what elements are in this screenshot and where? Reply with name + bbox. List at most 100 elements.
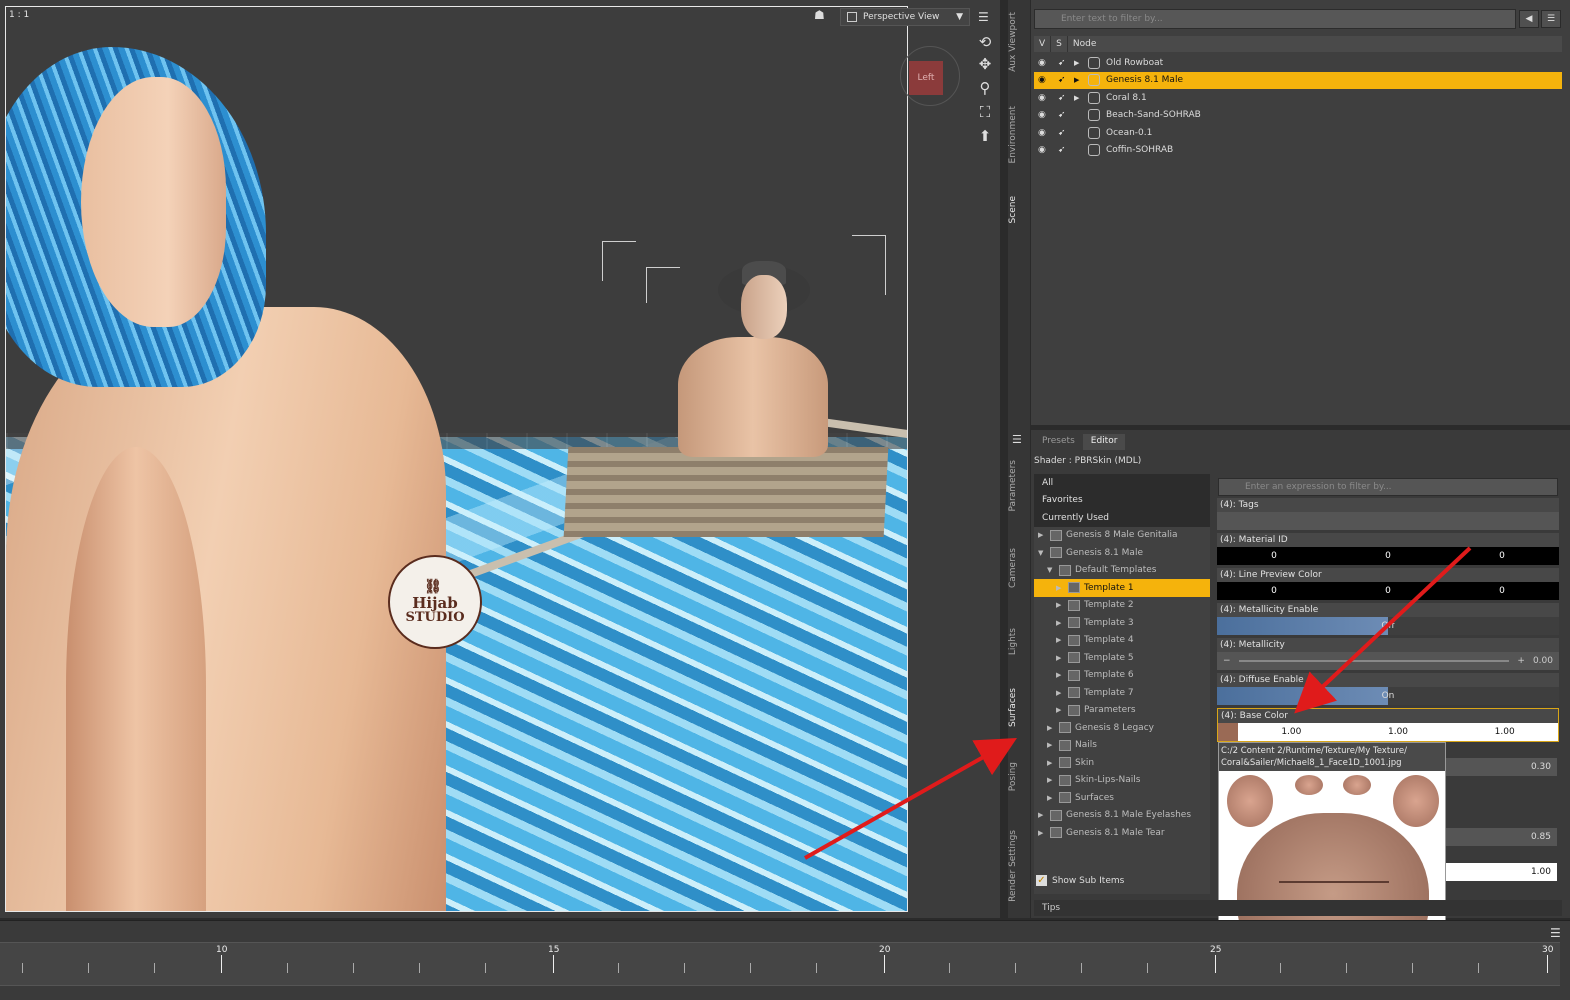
material-id-field[interactable]: 0 0 0 xyxy=(1217,547,1559,565)
scene-menu-button[interactable]: ☰ xyxy=(1541,10,1561,28)
tab-lights[interactable]: Lights xyxy=(1008,628,1030,655)
tab-environment[interactable]: Environment xyxy=(1008,106,1030,163)
visibility-eye-icon[interactable]: ◉ xyxy=(1038,93,1052,103)
selectable-pointer-icon[interactable]: ➹ xyxy=(1058,145,1068,155)
visibility-eye-icon[interactable]: ◉ xyxy=(1038,58,1052,68)
visibility-eye-icon[interactable]: ◉ xyxy=(1038,145,1052,155)
tab-parameters[interactable]: Parameters xyxy=(1008,460,1030,512)
slider-value[interactable]: 0.00 xyxy=(1533,656,1553,666)
frame-icon[interactable]: ⛶ xyxy=(975,102,995,122)
value-b[interactable]: 0 xyxy=(1445,582,1559,600)
property-value[interactable]: 0.30 xyxy=(1445,758,1557,776)
line-preview-color-field[interactable]: 0 0 0 xyxy=(1217,582,1559,600)
tab-editor[interactable]: Editor xyxy=(1082,434,1126,450)
tree-expand-arrow-icon[interactable]: ▶ xyxy=(1047,741,1055,749)
tree-expand-arrow-icon[interactable]: ▶ xyxy=(1056,689,1064,697)
property-value[interactable]: 1.00 xyxy=(1445,863,1557,881)
expand-arrow-icon[interactable]: ▶ xyxy=(1074,94,1082,102)
show-sub-items-option[interactable]: ✓ Show Sub Items xyxy=(1036,875,1124,886)
column-selectable[interactable]: S xyxy=(1051,36,1068,52)
selectable-pointer-icon[interactable]: ➹ xyxy=(1058,93,1068,103)
tree-item[interactable]: ▶ Template 6 xyxy=(1034,667,1210,685)
tree-item[interactable]: ▶ Skin-Lips-Nails xyxy=(1034,772,1210,790)
tree-item[interactable]: ▶ Genesis 8 Male Genitalia xyxy=(1034,527,1210,545)
tree-item[interactable]: ▶ Skin xyxy=(1034,754,1210,772)
filter-back-button[interactable]: ◀ xyxy=(1519,10,1539,28)
tree-item[interactable]: ▶ Template 4 xyxy=(1034,632,1210,650)
texture-swatch-icon[interactable] xyxy=(1218,723,1238,741)
visibility-eye-icon[interactable]: ◉ xyxy=(1038,128,1052,138)
column-node[interactable]: Node xyxy=(1068,36,1102,52)
tree-expand-arrow-icon[interactable]: ▶ xyxy=(1056,619,1064,627)
slider-track[interactable] xyxy=(1238,660,1510,662)
pan-icon[interactable]: ✥ xyxy=(975,54,995,74)
value-g[interactable]: 1.00 xyxy=(1345,723,1452,741)
value-b[interactable]: 1.00 xyxy=(1451,723,1558,741)
tree-item-all[interactable]: All xyxy=(1034,474,1210,492)
base-color-field[interactable]: 1.00 1.00 1.00 xyxy=(1218,723,1558,741)
tree-expand-arrow-icon[interactable]: ▶ xyxy=(1047,794,1055,802)
tree-expand-arrow-icon[interactable]: ▼ xyxy=(1038,549,1046,557)
tips-tab[interactable]: Tips xyxy=(1034,900,1562,916)
timeline-menu-icon[interactable]: ☰ xyxy=(1550,926,1561,940)
tree-item[interactable]: ▶ Template 5 xyxy=(1034,649,1210,667)
metallicity-enable-toggle[interactable]: Off xyxy=(1217,617,1559,635)
scene-render[interactable]: ⛓ Hijab STUDIO xyxy=(5,6,908,912)
tree-item[interactable]: ▶ Genesis 8 Legacy xyxy=(1034,719,1210,737)
tree-item[interactable]: ▶ Template 3 xyxy=(1034,614,1210,632)
value-r[interactable]: 0 xyxy=(1217,547,1331,565)
tree-expand-arrow-icon[interactable]: ▶ xyxy=(1056,584,1064,592)
tree-item-favorites[interactable]: Favorites xyxy=(1034,491,1210,509)
value-b[interactable]: 0 xyxy=(1445,547,1559,565)
tree-item[interactable]: ▶ Genesis 8.1 Male Eyelashes xyxy=(1034,807,1210,825)
selectable-pointer-icon[interactable]: ➹ xyxy=(1058,75,1068,85)
visibility-eye-icon[interactable]: ◉ xyxy=(1038,75,1052,85)
selectable-pointer-icon[interactable]: ➹ xyxy=(1058,58,1068,68)
timeline-ruler[interactable]: 10 15 20 25 30 xyxy=(0,942,1560,986)
tree-item[interactable]: ▼ Default Templates xyxy=(1034,562,1210,580)
scene-filter-input[interactable]: Enter text to filter by... xyxy=(1034,9,1516,29)
tree-item[interactable]: ▶ Template 7 xyxy=(1034,684,1210,702)
tree-expand-arrow-icon[interactable]: ▶ xyxy=(1056,706,1064,714)
tree-item[interactable]: ▶ Nails xyxy=(1034,737,1210,755)
show-sub-items-checkbox[interactable]: ✓ xyxy=(1036,875,1047,886)
zoom-icon[interactable]: ⚲ xyxy=(975,78,995,98)
camera-select-dropdown[interactable]: Perspective View ▼ xyxy=(840,8,970,26)
lighting-mode-icon[interactable]: ☗ xyxy=(814,8,825,22)
tree-expand-arrow-icon[interactable]: ▶ xyxy=(1056,601,1064,609)
selectable-pointer-icon[interactable]: ➹ xyxy=(1058,110,1068,120)
metallicity-slider[interactable]: − + 0.00 xyxy=(1217,652,1559,670)
viewport[interactable]: ⛓ Hijab STUDIO 1 : 1 ☗ Perspective View … xyxy=(0,0,1000,918)
property-filter-input[interactable]: Enter an expression to filter by... xyxy=(1218,478,1558,496)
minus-icon[interactable]: − xyxy=(1223,656,1231,666)
tab-aux-viewport[interactable]: Aux Viewport xyxy=(1008,12,1030,72)
tags-field[interactable] xyxy=(1217,512,1559,530)
value-g[interactable]: 0 xyxy=(1331,582,1445,600)
view-cube[interactable]: Left xyxy=(900,46,960,106)
expand-arrow-icon[interactable]: ▶ xyxy=(1074,59,1082,67)
tab-posing[interactable]: Posing xyxy=(1008,762,1030,791)
tab-surfaces[interactable]: Surfaces xyxy=(1008,688,1030,727)
tree-expand-arrow-icon[interactable]: ▶ xyxy=(1047,759,1055,767)
plus-icon[interactable]: + xyxy=(1517,656,1525,666)
tree-expand-arrow-icon[interactable]: ▶ xyxy=(1047,724,1055,732)
value-r[interactable]: 0 xyxy=(1217,582,1331,600)
tree-item[interactable]: ▶ Surfaces xyxy=(1034,789,1210,807)
property-value[interactable]: 0.85 xyxy=(1445,828,1557,846)
tree-item[interactable]: ▼ Genesis 8.1 Male xyxy=(1034,544,1210,562)
tree-expand-arrow-icon[interactable]: ▶ xyxy=(1038,811,1046,819)
scene-node-row[interactable]: ◉ ➹ Coffin-SOHRAB xyxy=(1034,142,1562,160)
scene-node-row[interactable]: ◉ ➹ ▶ Genesis 8.1 Male xyxy=(1034,71,1562,89)
value-r[interactable]: 1.00 xyxy=(1238,723,1345,741)
expand-arrow-icon[interactable]: ▶ xyxy=(1074,76,1082,84)
tab-cameras[interactable]: Cameras xyxy=(1008,548,1030,588)
scene-node-row[interactable]: ◉ ➹ ▶ Old Rowboat xyxy=(1034,54,1562,72)
tree-item[interactable]: ▶ Template 2 xyxy=(1034,597,1210,615)
tab-presets[interactable]: Presets xyxy=(1034,434,1083,450)
orbit-icon[interactable]: ⟲ xyxy=(975,32,995,52)
tree-item-currently-used[interactable]: Currently Used xyxy=(1034,509,1210,527)
reset-view-icon[interactable]: ⬆ xyxy=(975,126,995,146)
view-cube-face[interactable]: Left xyxy=(909,61,943,95)
tab-render-settings[interactable]: Render Settings xyxy=(1008,830,1030,902)
scene-node-row[interactable]: ◉ ➹ Beach-Sand-SOHRAB xyxy=(1034,107,1562,125)
